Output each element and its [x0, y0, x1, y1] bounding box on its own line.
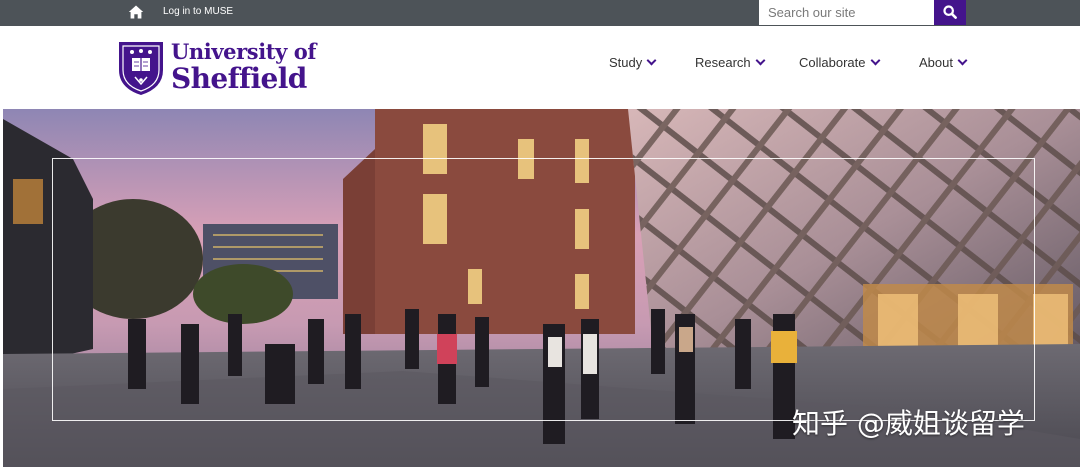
wordmark-line1: University of: [171, 39, 317, 64]
chevron-down-icon: [957, 55, 968, 66]
login-muse-link[interactable]: Log in to MUSE: [163, 6, 233, 17]
chevron-down-icon: [646, 55, 657, 66]
home-icon[interactable]: [128, 4, 144, 20]
nav-research[interactable]: Research: [695, 55, 766, 70]
hero-banner: 知乎 @威姐谈留学: [3, 109, 1080, 467]
top-utility-bar: Log in to MUSE: [0, 0, 1080, 26]
site-header: University of Sheffield Study Research C…: [0, 26, 1080, 109]
chevron-down-icon: [755, 55, 766, 66]
search-button[interactable]: [934, 0, 966, 25]
university-crest[interactable]: [118, 40, 164, 96]
watermark-text: 知乎 @威姐谈留学: [792, 407, 1025, 440]
nav-collaborate[interactable]: Collaborate: [799, 55, 880, 70]
search-icon: [943, 5, 957, 19]
nav-collaborate-label: Collaborate: [799, 55, 866, 70]
nav-study[interactable]: Study: [609, 55, 657, 70]
wordmark-line2: Sheffield: [171, 62, 307, 95]
nav-study-label: Study: [609, 55, 643, 70]
university-wordmark[interactable]: University of Sheffield: [171, 40, 316, 94]
nav-about-label: About: [919, 55, 953, 70]
hero-frame-outline: [52, 158, 1035, 421]
search-input[interactable]: [759, 0, 934, 25]
nav-research-label: Research: [695, 55, 751, 70]
nav-about[interactable]: About: [919, 55, 968, 70]
chevron-down-icon: [870, 55, 880, 66]
